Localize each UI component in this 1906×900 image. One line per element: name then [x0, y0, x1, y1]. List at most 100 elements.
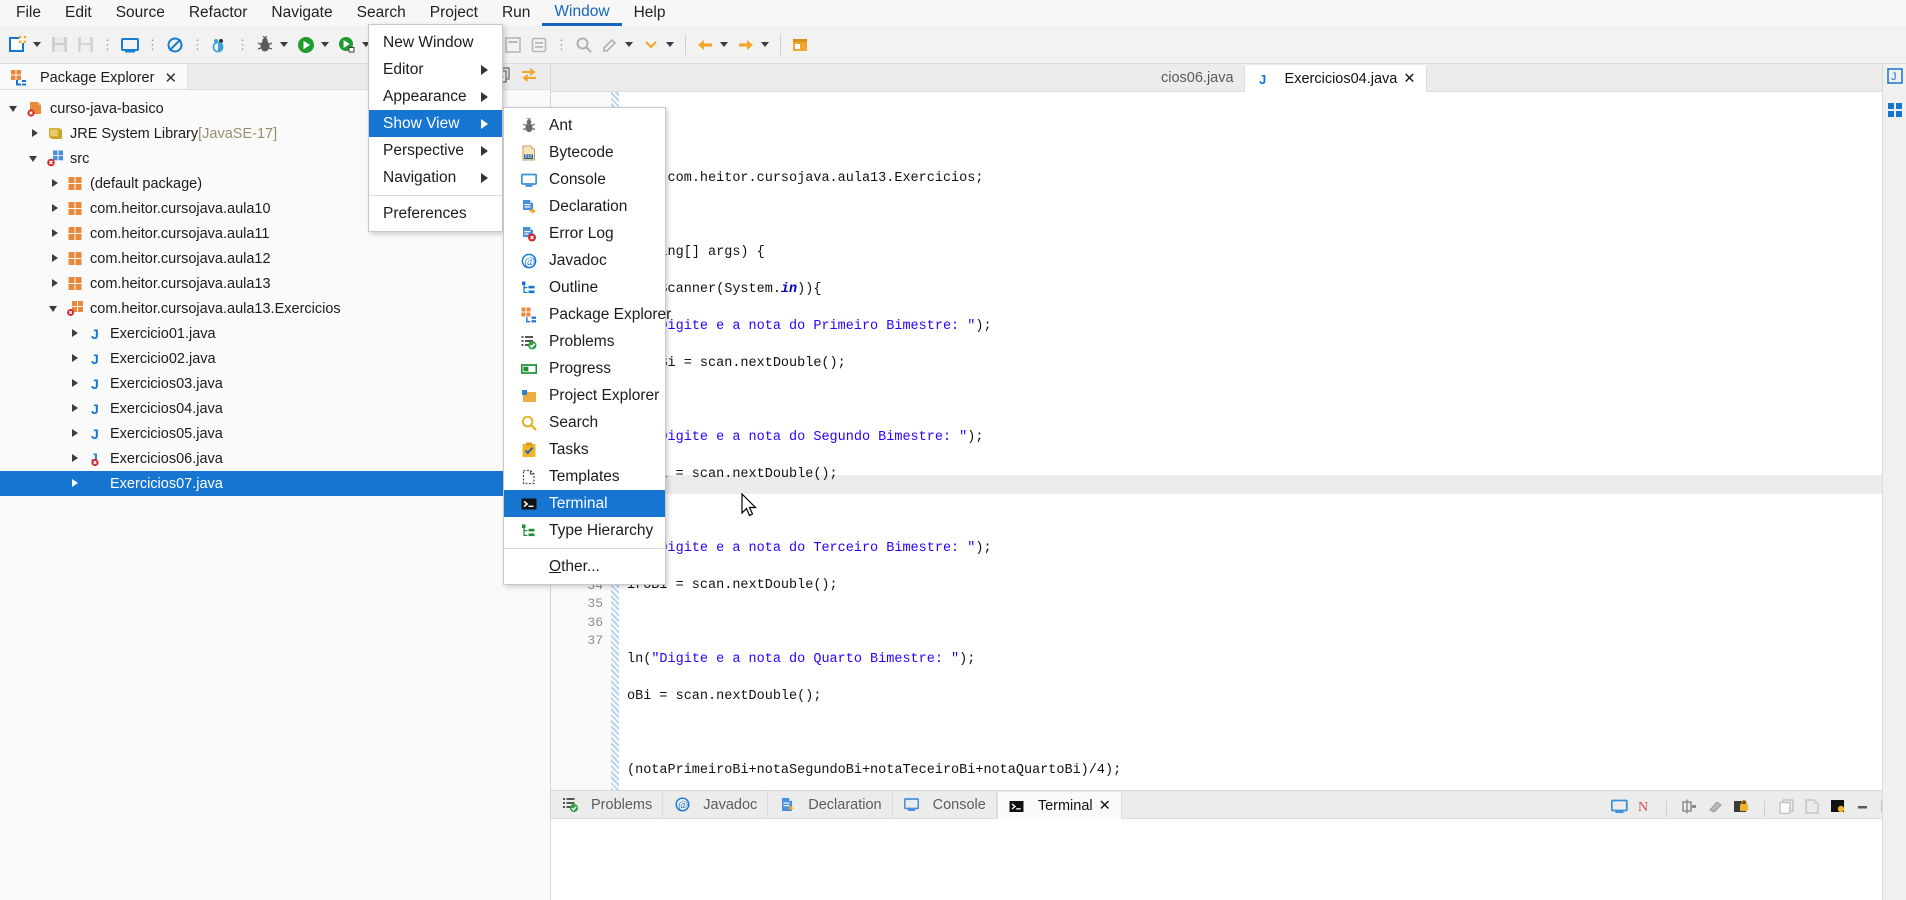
open-console-icon[interactable] — [118, 33, 142, 57]
show-view-submenu[interactable]: Ant 010 Bytecode Console Declaration Error Lo… — [503, 107, 671, 585]
toolbar-handle-dots[interactable]: ⋮ — [99, 37, 116, 53]
show-view-menu-item[interactable]: Outline — [504, 274, 665, 301]
tree-item[interactable]: J Exercicios06.java — [0, 446, 550, 471]
show-view-menu-item[interactable]: Declaration — [504, 193, 665, 220]
show-view-menu-item[interactable]: Terminal — [504, 490, 665, 517]
open-type-icon[interactable] — [501, 33, 525, 57]
search-toolbar-icon[interactable] — [572, 33, 596, 57]
menu-navigate[interactable]: Navigate — [259, 0, 344, 26]
chevron-right-icon[interactable] — [48, 277, 62, 291]
chevron-right-icon[interactable] — [68, 452, 82, 466]
open-task-icon[interactable] — [527, 33, 551, 57]
skip-breakpoints-icon[interactable] — [163, 33, 187, 57]
pin-editor-icon[interactable] — [788, 33, 812, 57]
tab-problems[interactable]: Problems — [551, 791, 664, 818]
coverage-icon[interactable] — [208, 33, 232, 57]
show-view-menu-item[interactable]: Search — [504, 409, 665, 436]
next-annotation-caret[interactable] — [666, 42, 674, 47]
chevron-down-icon[interactable] — [28, 152, 42, 166]
editor-tab-exercicios06[interactable]: cios06.java — [1151, 64, 1244, 91]
close-icon[interactable]: ✕ — [1099, 798, 1111, 814]
quick-access-icon[interactable] — [1887, 102, 1903, 122]
menu-window[interactable]: Window — [542, 0, 622, 26]
show-view-menu-item[interactable]: Other... — [504, 553, 665, 580]
tree-item[interactable]: J Exercicios03.java — [0, 371, 550, 396]
menu-project[interactable]: Project — [418, 0, 490, 26]
back-caret[interactable] — [720, 42, 728, 47]
tree-item[interactable]: J Exercicio02.java — [0, 346, 550, 371]
show-view-menu-item[interactable]: Ant — [504, 112, 665, 139]
lock-terminal-icon[interactable] — [1733, 799, 1750, 818]
show-view-menu-item[interactable]: Project Explorer — [504, 382, 665, 409]
menu-help[interactable]: Help — [622, 0, 678, 26]
last-edit-icon[interactable] — [598, 33, 622, 57]
toggle-terminal-view-icon[interactable] — [1681, 799, 1698, 818]
editor-viewport[interactable]: 9101112131415161718192021222324252627282… — [551, 92, 1906, 790]
show-view-menu-item[interactable]: Templates — [504, 463, 665, 490]
forward-icon[interactable] — [734, 33, 758, 57]
window-menu-item[interactable]: Editor — [369, 56, 502, 83]
show-view-menu-item[interactable]: Console — [504, 166, 665, 193]
terminal-settings-icon[interactable] — [1829, 799, 1846, 818]
tab-terminal[interactable]: Terminal ✕ — [996, 792, 1122, 819]
chevron-right-icon[interactable] — [68, 352, 82, 366]
new-dropdown-caret[interactable] — [33, 42, 41, 47]
forward-caret[interactable] — [761, 42, 769, 47]
chevron-right-icon[interactable] — [48, 252, 62, 266]
window-menu-item[interactable]: Perspective — [369, 137, 502, 164]
chevron-right-icon[interactable] — [48, 202, 62, 216]
show-view-menu-item[interactable]: Tasks — [504, 436, 665, 463]
window-menu-item[interactable]: Navigation — [369, 164, 502, 191]
chevron-right-icon[interactable] — [48, 227, 62, 241]
link-with-editor-icon[interactable] — [520, 67, 538, 87]
show-view-menu-item[interactable]: Progress — [504, 355, 665, 382]
copy-icon[interactable] — [1779, 799, 1795, 818]
chevron-right-icon[interactable] — [68, 377, 82, 391]
new-icon[interactable] — [6, 33, 30, 57]
menu-source[interactable]: Source — [104, 0, 177, 26]
paste-icon[interactable] — [1804, 799, 1820, 818]
run-dropdown-caret[interactable] — [321, 42, 329, 47]
tree-item[interactable]: com.heitor.cursojava.aula13.Exercicios — [0, 296, 550, 321]
last-edit-caret[interactable] — [625, 42, 633, 47]
tree-item[interactable]: com.heitor.cursojava.aula13 — [0, 271, 550, 296]
tree-item[interactable]: com.heitor.cursojava.aula12 — [0, 246, 550, 271]
chevron-right-icon[interactable] — [68, 477, 82, 491]
save-icon[interactable] — [47, 33, 71, 57]
run-icon[interactable] — [294, 33, 318, 57]
toolbar-handle-dots-6[interactable]: ⋮ — [553, 37, 570, 53]
back-icon[interactable] — [693, 33, 717, 57]
show-view-menu-item[interactable]: Type Hierarchy — [504, 517, 665, 544]
tree-item[interactable]: J Exercicios07.java — [0, 471, 550, 496]
chevron-right-icon[interactable] — [68, 327, 82, 341]
show-view-menu-item[interactable]: Problems — [504, 328, 665, 355]
show-view-menu-item[interactable]: Error Log — [504, 220, 665, 247]
toolbar-handle-dots-2[interactable]: ⋮ — [144, 37, 161, 53]
menu-run[interactable]: Run — [490, 0, 542, 26]
source-code[interactable]: kage com.heitor.cursojava.aula13.Exercic… — [611, 92, 1906, 790]
tab-console[interactable]: Console — [893, 791, 997, 818]
clear-terminal-icon[interactable] — [1707, 799, 1724, 818]
next-annotation-icon[interactable] — [639, 33, 663, 57]
chevron-right-icon[interactable] — [28, 127, 42, 141]
toolbar-handle-dots-4[interactable]: ⋮ — [234, 37, 251, 53]
terminal-n-icon[interactable]: N — [1637, 799, 1652, 818]
chevron-right-icon[interactable] — [68, 427, 82, 441]
chevron-down-icon[interactable] — [48, 302, 62, 316]
show-view-menu-item[interactable]: 010 Bytecode — [504, 139, 665, 166]
menu-search[interactable]: Search — [345, 0, 418, 26]
chevron-right-icon[interactable] — [68, 402, 82, 416]
show-view-menu-item[interactable]: Package Explorer — [504, 301, 671, 328]
open-terminal-icon[interactable] — [1610, 799, 1628, 818]
show-view-menu-item[interactable]: @ Javadoc — [504, 247, 665, 274]
tree-item[interactable]: J Exercicios04.java — [0, 396, 550, 421]
debug-dropdown-caret[interactable] — [280, 42, 288, 47]
tab-javadoc[interactable]: @ Javadoc — [663, 791, 769, 818]
java-perspective-icon[interactable]: J — [1886, 68, 1903, 88]
chevron-down-icon[interactable] — [8, 102, 22, 116]
menu-file[interactable]: File — [4, 0, 53, 26]
editor-tab-exercicios04[interactable]: J Exercicios04.java ✕ — [1243, 65, 1427, 92]
close-icon[interactable]: ✕ — [1403, 71, 1415, 87]
menu-refactor[interactable]: Refactor — [177, 0, 260, 26]
tree-item[interactable]: J Exercicio01.java — [0, 321, 550, 346]
